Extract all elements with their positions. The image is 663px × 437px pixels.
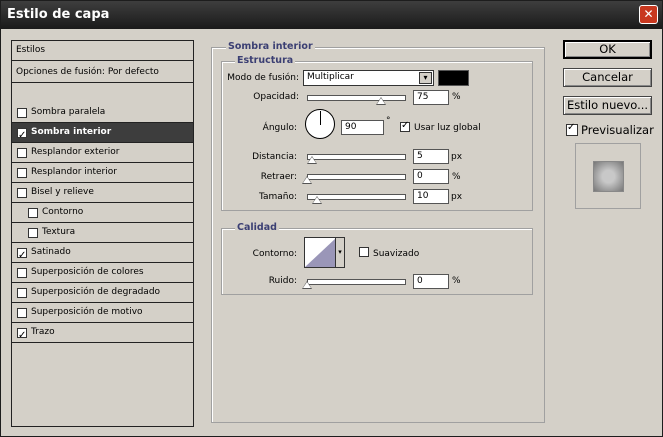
size-unit: px [451,192,463,202]
style-item-contorno[interactable]: Contorno [12,203,193,223]
title-bar[interactable]: Estilo de capa ✕ [1,1,662,29]
style-item-label: Sombra paralela [31,107,106,117]
style-item-label: Satinado [31,247,71,257]
style-item-checkbox[interactable] [17,326,27,345]
structure-title: Estructura [235,55,296,66]
close-button[interactable]: ✕ [639,5,658,24]
style-item-label: Sombra interior [31,127,112,137]
style-item-checkbox[interactable] [17,188,27,198]
opacity-slider-thumb[interactable] [376,97,386,105]
opacity-unit: % [452,92,461,102]
choke-slider[interactable] [307,174,406,180]
global-light-label: Usar luz global [414,123,481,133]
blending-options-label: Opciones de fusión: Por defecto [16,67,159,77]
opacity-label: Opacidad: [253,92,299,102]
style-item-checkbox[interactable] [17,126,27,145]
inner-shadow-title: Sombra interior [226,41,315,52]
angle-input[interactable]: 90 [341,120,384,135]
style-item-label: Resplandor interior [31,167,117,177]
ok-button[interactable]: OK [563,40,652,59]
style-item-label: Bisel y relieve [31,187,94,197]
style-item-superposición-de-motivo[interactable]: Superposición de motivo [12,303,193,323]
choke-label: Retraer: [260,172,297,182]
antialias-label: Suavizado [373,249,420,259]
style-item-checkbox[interactable] [17,308,27,318]
angle-label: Ángulo: [262,123,297,133]
preview-checkbox[interactable] [566,122,578,136]
style-item-superposición-de-degradado[interactable]: Superposición de degradado [12,283,193,303]
layer-style-dialog: Estilo de capa ✕ Estilos Opciones de fus… [0,0,663,437]
styles-header[interactable]: Estilos [12,41,193,61]
style-item-bisel-y-relieve[interactable]: Bisel y relieve [12,183,193,203]
style-preview-box [575,143,641,209]
style-item-label: Superposición de colores [31,267,144,277]
size-slider-thumb[interactable] [312,196,322,204]
style-item-satinado[interactable]: Satinado [12,243,193,265]
style-item-label: Resplandor exterior [31,147,120,157]
preview-swatch [593,161,624,192]
style-item-checkbox[interactable] [17,246,27,265]
style-item-checkbox[interactable] [17,288,27,298]
style-item-label: Trazo [31,327,55,337]
quality-title: Calidad [235,222,279,233]
style-item-resplandor-interior[interactable]: Resplandor interior [12,163,193,183]
angle-dial[interactable] [305,109,335,139]
angle-unit: ° [386,116,391,126]
size-input[interactable]: 10 [413,189,449,204]
dialog-title: Estilo de capa [7,7,110,22]
angle-dial-needle [320,111,321,125]
style-item-label: Contorno [42,207,84,217]
style-item-checkbox[interactable] [17,268,27,278]
distance-unit: px [451,152,463,162]
contour-picker[interactable]: ▾ [304,237,345,268]
blend-mode-value: Multiplicar [307,72,354,82]
distance-slider[interactable] [307,154,406,160]
noise-slider[interactable] [307,279,406,285]
cancel-button[interactable]: Cancelar [563,68,652,87]
style-item-checkbox[interactable] [28,208,38,218]
style-item-label: Superposición de degradado [31,287,161,297]
style-item-label: Textura [42,227,76,237]
blend-mode-label: Modo de fusión: [227,73,299,83]
noise-input[interactable]: 0 [413,274,449,289]
style-item-superposición-de-colores[interactable]: Superposición de colores [12,263,193,283]
antialias-checkbox[interactable] [359,247,369,257]
style-item-checkbox[interactable] [28,228,38,238]
style-item-sombra-interior[interactable]: Sombra interior [12,123,193,145]
shadow-color-swatch[interactable] [438,70,469,86]
opacity-slider[interactable] [307,95,406,101]
distance-slider-thumb[interactable] [307,156,317,164]
contour-label: Contorno: [252,249,297,259]
style-item-checkbox[interactable] [17,148,27,158]
style-item-checkbox[interactable] [17,108,27,118]
style-item-checkbox[interactable] [17,168,27,178]
style-item-trazo[interactable]: Trazo [12,323,193,345]
noise-label: Ruido: [268,276,297,286]
noise-slider-thumb[interactable] [302,281,312,289]
styles-list: Estilos Opciones de fusión: Por defecto … [11,40,194,427]
styles-header-label: Estilos [16,45,46,55]
choke-slider-thumb[interactable] [302,176,312,184]
chevron-down-icon: ▾ [419,72,432,84]
blending-options-item[interactable]: Opciones de fusión: Por defecto [12,63,193,83]
opacity-input[interactable]: 75 [413,90,449,105]
style-item-resplandor-exterior[interactable]: Resplandor exterior [12,143,193,163]
choke-unit: % [452,172,461,182]
size-label: Tamaño: [258,192,297,202]
distance-input[interactable]: 5 [413,149,449,164]
contour-curve-icon [305,238,336,267]
choke-input[interactable]: 0 [413,169,449,184]
distance-label: Distancia: [252,152,297,162]
style-item-textura[interactable]: Textura [12,223,193,243]
contour-chevron-icon: ▾ [335,238,344,267]
noise-unit: % [452,276,461,286]
new-style-button[interactable]: Estilo nuevo... [563,96,652,115]
preview-label: Previsualizar [581,123,654,137]
blend-mode-select[interactable]: Multiplicar ▾ [303,70,434,86]
style-item-label: Superposición de motivo [31,307,143,317]
global-light-checkbox[interactable] [400,120,410,132]
style-item-sombra-paralela[interactable]: Sombra paralela [12,103,193,123]
